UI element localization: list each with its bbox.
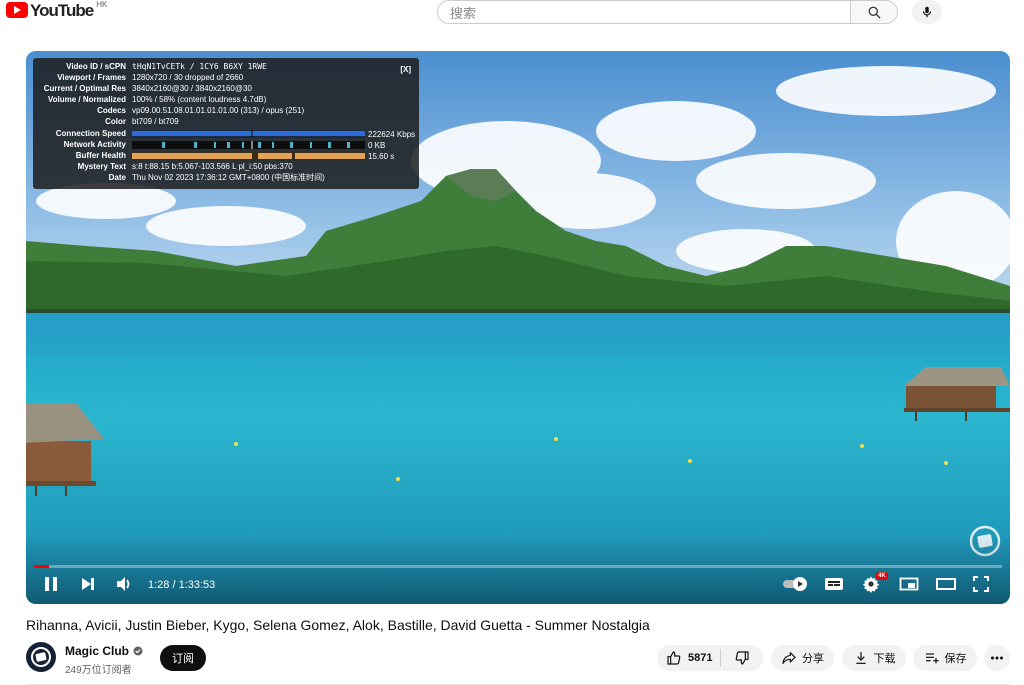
more-actions-button[interactable] [984,645,1010,671]
stats-row: Viewport / Frames 1280x720 / 30 dropped o… [33,72,419,83]
channel-name-link[interactable]: Magic Club [65,644,143,658]
search-input[interactable]: 搜索 [437,0,851,24]
search-icon [868,6,881,19]
buffer-health-graph [132,152,365,160]
theater-icon [936,578,956,590]
stats-key: Color [105,117,126,127]
save-button[interactable]: 保存 [913,645,977,671]
stats-value: bt709 / bt709 [132,117,179,127]
youtube-logo[interactable]: YouTube HK [6,0,108,20]
stats-key: Volume / Normalized [47,95,126,105]
settings-button[interactable]: 4K [862,572,888,593]
stats-value: Thu Nov 02 2023 17:36:12 GMT+0800 (中国标准时… [132,172,325,182]
stats-for-nerds-panel: [X] Video ID / sCPN tHqN1TvCETk / 1CY6 B6… [33,58,419,189]
stats-row: Date Thu Nov 02 2023 17:36:12 GMT+0800 (中… [33,172,419,183]
subscriber-count: 249万位订阅者 [65,665,132,676]
buffer-health-value: 15.60 s [368,152,395,161]
mic-icon [922,6,932,18]
more-horizontal-icon [991,656,1003,660]
stats-close-button[interactable]: [X] [400,64,411,75]
fullscreen-icon [973,576,989,592]
video-title: Rihanna, Avicii, Justin Bieber, Kygo, Se… [26,617,650,633]
progress-played [34,565,50,568]
channel-logo-icon [31,647,51,667]
region-badge: HK [96,0,108,9]
like-button[interactable]: 5871 [657,649,721,667]
stats-row: Mystery Text s:8 t:88.15 b:5.067-103.566 … [33,161,419,172]
verified-icon [133,646,143,656]
stats-row: Color bt709 / bt709 [33,116,419,127]
voice-search-button[interactable] [912,0,942,24]
stats-row: Volume / Normalized 100% / 58% (content l… [33,94,419,105]
connection-speed-value: 222624 Kbps [368,130,416,139]
theater-mode-button[interactable] [935,575,957,593]
like-dislike-group: 5871 [657,645,763,671]
stats-value: 100% / 58% (content loudness 4.7dB) [132,95,267,105]
stats-row: Codecs vp09.00.51.08.01.01.01.01.00 (313)… [33,105,419,116]
stats-value: s:8 t:88.15 b:5.067-103.566 L pl_i:50 pb… [132,161,293,171]
like-count: 5871 [688,652,713,664]
stats-key: Connection Speed [55,128,126,138]
pause-icon [45,577,57,591]
share-label: 分享 [802,653,824,665]
video-player[interactable]: [X] Video ID / sCPN tHqN1TvCETk / 1CY6 B6… [26,51,1010,604]
search-button[interactable] [850,0,898,24]
download-button[interactable]: 下载 [842,645,906,671]
save-label: 保存 [944,653,967,665]
stats-value: vp09.00.51.08.01.01.01.01.00 (313) / opu… [132,106,305,116]
top-bar: YouTube HK 搜索 [0,0,1024,34]
pause-button[interactable] [42,575,60,593]
search-placeholder: 搜索 [450,5,477,21]
stats-key: Viewport / Frames [57,73,126,83]
miniplayer-button[interactable] [899,575,919,593]
stats-key: Codecs [97,106,126,116]
network-activity-value: 0 KB [368,141,386,150]
download-label: 下载 [873,653,896,665]
stats-key: Current / Optimal Res [43,84,126,94]
stats-key: Video ID / sCPN [66,62,126,71]
next-icon [82,578,94,590]
player-controls: 1:28 / 1:33:53 4K [26,571,1010,601]
thumbs-up-icon [667,651,681,665]
stats-key: Date [108,172,126,182]
channel-avatar[interactable] [26,642,56,672]
stats-row: Current / Optimal Res 3840x2160@30 / 3840… [33,83,419,94]
stats-value: 1280x720 / 30 dropped of 2660 [132,73,244,83]
next-button[interactable] [79,575,97,593]
share-button[interactable]: 分享 [771,645,834,671]
logo-text: YouTube [30,1,94,20]
mute-button[interactable] [115,575,133,593]
subscribe-button[interactable]: 订阅 [160,645,206,671]
progress-bar[interactable] [34,565,1002,568]
miniplayer-icon [899,577,919,591]
volume-icon [117,577,130,591]
subtitles-icon [825,578,843,590]
dislike-button[interactable] [721,650,763,666]
autoplay-toggle[interactable] [782,575,810,593]
channel-name: Magic Club [65,644,130,658]
stats-key: Buffer Health [75,150,126,160]
download-icon [855,652,866,664]
thumbs-down-icon [735,651,749,665]
time-display: 1:28 / 1:33:53 [148,579,216,591]
add-to-playlist-icon [925,653,939,664]
fullscreen-button[interactable] [972,575,990,593]
connection-speed-graph [132,130,365,138]
stats-key: Network Activity [63,139,126,149]
subtitles-button[interactable] [824,575,844,593]
autoplay-toggle-icon [783,577,807,591]
stats-key: Mystery Text [77,161,126,171]
youtube-play-icon [6,2,28,18]
stats-value: tHqN1TvCETk / 1CY6 B6XY 1RWE [132,62,267,71]
quality-badge: 4K [876,572,888,580]
stats-row: Video ID / sCPN tHqN1TvCETk / 1CY6 B6XY 1… [33,61,419,72]
share-icon [782,652,796,664]
stats-value: 3840x2160@30 / 3840x2160@30 [132,84,252,94]
network-activity-graph [132,141,365,149]
